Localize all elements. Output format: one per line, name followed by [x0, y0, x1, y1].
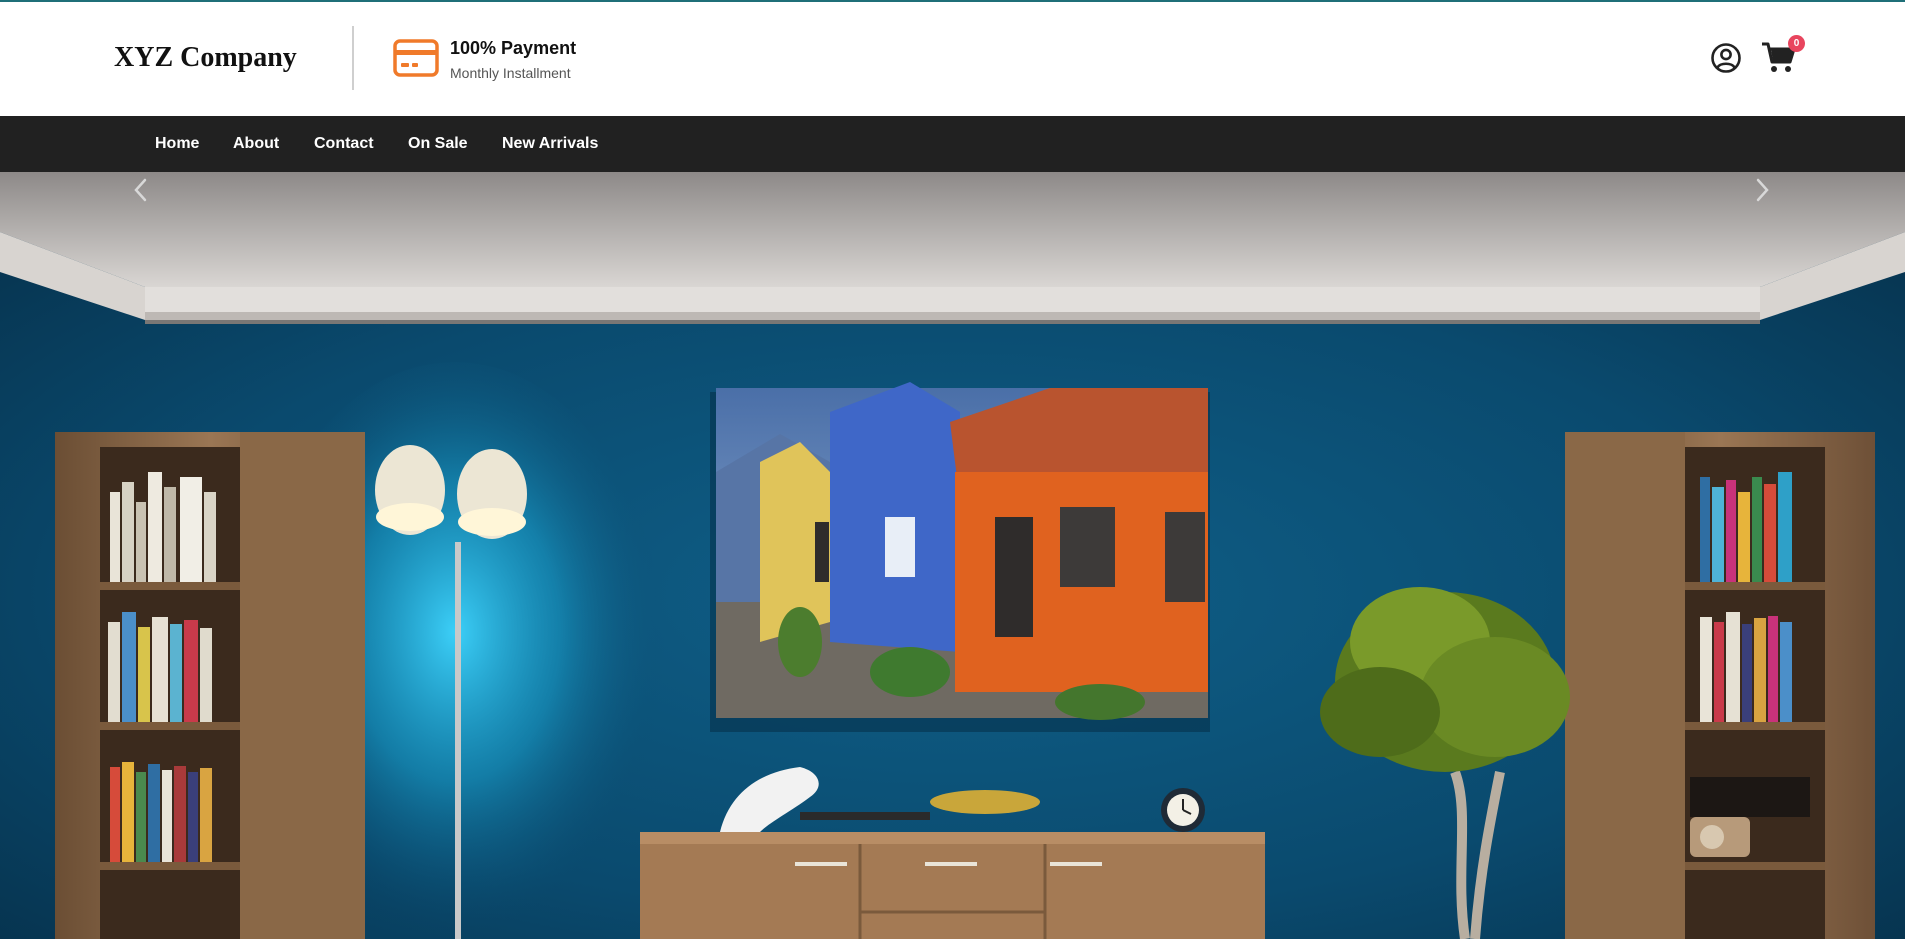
- slider-next-icon[interactable]: [1748, 172, 1776, 208]
- nav-item-new-arrivals[interactable]: New Arrivals: [502, 135, 598, 153]
- hero-slide-image: [0, 172, 1905, 939]
- nav-item-about[interactable]: About: [233, 135, 279, 153]
- slider-prev-icon[interactable]: [127, 172, 155, 208]
- site-header: XYZ Company 100% Payment Monthly Install…: [0, 2, 1905, 116]
- nav-item-home[interactable]: Home: [155, 135, 199, 153]
- logo[interactable]: XYZ Company: [114, 42, 297, 74]
- payment-title: 100% Payment: [450, 38, 577, 58]
- header-divider: [352, 26, 354, 90]
- nav-item-contact[interactable]: Contact: [314, 135, 374, 153]
- nav-item-on-sale[interactable]: On Sale: [408, 135, 468, 153]
- credit-card-icon: [393, 39, 439, 77]
- main-navigation: Home About Contact On Sale New Arrivals: [0, 116, 1905, 172]
- hero-slider: [0, 172, 1905, 939]
- user-account-icon[interactable]: [1710, 42, 1742, 74]
- cart-count-badge: 0: [1788, 35, 1805, 52]
- payment-subtitle: Monthly Installment: [450, 65, 571, 81]
